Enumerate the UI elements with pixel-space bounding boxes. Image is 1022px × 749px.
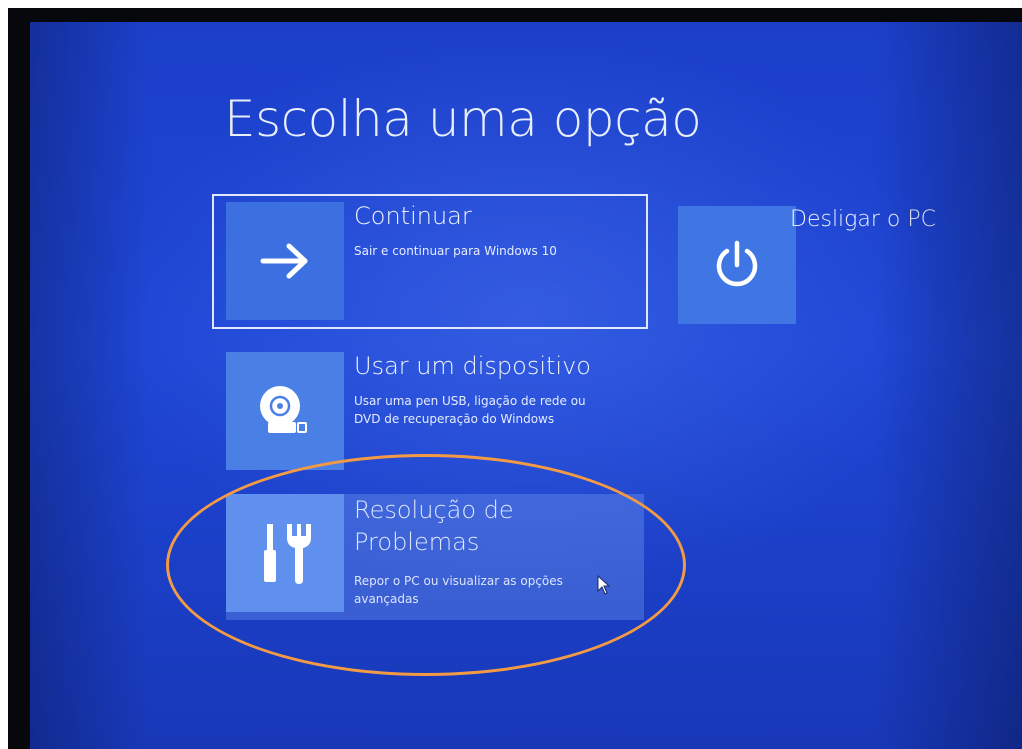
mouse-cursor-icon: [597, 574, 611, 599]
recovery-screen: Escolha uma opção Continuar Sair e conti…: [30, 22, 1022, 749]
option-heading: Usar um dispositivo: [354, 352, 591, 380]
option-troubleshoot[interactable]: Resolução de Problemas Repor o PC ou vis…: [226, 494, 644, 620]
option-description: Repor o PC ou visualizar as opções avanç…: [354, 574, 563, 606]
option-continue[interactable]: Continuar Sair e continuar para Windows …: [226, 202, 648, 322]
option-description-line-1: Usar uma pen USB, ligação de rede ou: [354, 394, 586, 408]
disc-drive-icon: [226, 352, 344, 470]
option-use-device[interactable]: Usar um dispositivo Usar uma pen USB, li…: [226, 352, 648, 472]
option-heading: Continuar: [354, 202, 472, 230]
arrow-right-icon: [226, 202, 344, 320]
option-heading: Desligar o PC: [790, 207, 936, 232]
option-heading: Resolução de Problemas: [354, 496, 514, 556]
option-description-line-2: DVD de recuperação do Windows: [354, 412, 555, 426]
photo: Escolha uma opção Continuar Sair e conti…: [0, 0, 1022, 749]
option-description: Sair e continuar para Windows 10: [354, 244, 557, 258]
option-shutdown[interactable]: Desligar o PC: [678, 206, 998, 326]
tools-icon: [226, 494, 344, 612]
page-title: Escolha uma opção: [224, 90, 702, 148]
power-icon: [678, 206, 796, 324]
